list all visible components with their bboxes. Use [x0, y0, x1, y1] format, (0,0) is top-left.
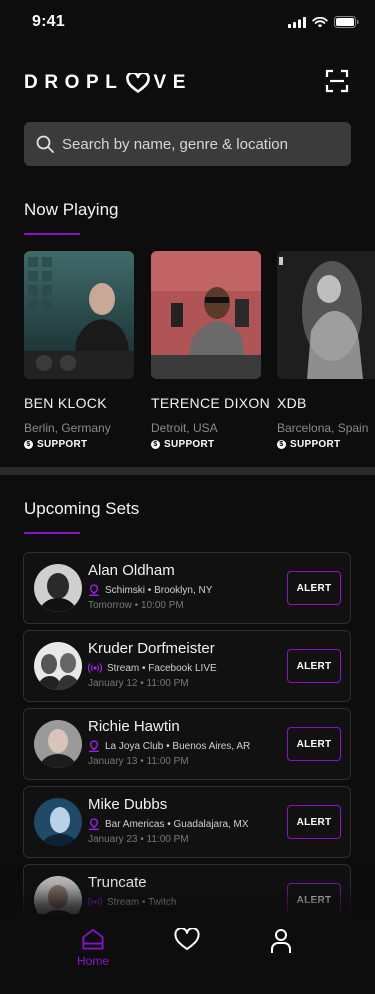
- search-input[interactable]: [62, 135, 332, 153]
- bottom-tab-bar: Home: [0, 914, 375, 994]
- artist-name: TERENCE DIXON: [151, 395, 271, 411]
- user-icon: [271, 929, 291, 953]
- status-icons: [288, 16, 359, 28]
- artist-photo: [24, 251, 134, 379]
- artist-location: Berlin, Germany: [24, 421, 111, 435]
- battery-icon: [334, 16, 359, 28]
- support-label: SUPPORT: [37, 439, 88, 450]
- avatar: [34, 564, 82, 612]
- heart-logo-icon: [125, 73, 150, 93]
- alert-button[interactable]: ALERT: [287, 805, 341, 839]
- dollar-icon: $: [151, 440, 160, 449]
- artist-photo: [277, 251, 375, 379]
- set-artist-name: Mike Dubbs: [88, 796, 168, 813]
- location-pin-icon: [89, 818, 99, 830]
- set-date: Tomorrow • 10:00 PM: [88, 600, 184, 611]
- tab-home-label: Home: [76, 954, 109, 968]
- dollar-icon: $: [24, 440, 33, 449]
- stream-icon: [88, 663, 102, 673]
- search-icon: [36, 135, 54, 153]
- heart-icon: [174, 928, 200, 950]
- artist-photo: [151, 251, 261, 379]
- logo-text-left: DROPL: [24, 72, 124, 93]
- artist-name: BEN KLOCK: [24, 395, 107, 411]
- set-date: January 23 • 11:00 PM: [88, 834, 189, 845]
- set-venue-text: Bar Americas • Guadalajara, MX: [105, 818, 249, 830]
- avatar: [34, 642, 82, 690]
- artist-location: Detroit, USA: [151, 421, 218, 435]
- location-pin-icon: [89, 740, 99, 752]
- section-divider: [0, 467, 375, 475]
- set-artist-name: Alan Oldham: [88, 562, 175, 579]
- wifi-icon: [312, 16, 328, 27]
- search-bar[interactable]: [24, 122, 351, 166]
- set-date: January 13 • 11:00 PM: [88, 756, 189, 767]
- status-bar: 9:41: [0, 0, 375, 44]
- artist-name: XDB: [277, 395, 307, 411]
- status-time: 9:41: [32, 13, 65, 30]
- scan-icon[interactable]: [325, 69, 349, 93]
- set-venue-text: La Joya Club • Buenos Aires, AR: [105, 740, 251, 752]
- set-artist-name: Truncate: [88, 874, 147, 891]
- upcoming-sets-underline: [24, 532, 80, 534]
- artist-location: Barcelona, Spain: [277, 421, 369, 435]
- set-venue: Stream • Twitch: [88, 896, 176, 908]
- set-venue-text: Schimski • Brooklyn, NY: [105, 584, 213, 596]
- tab-home[interactable]: Home: [73, 928, 113, 968]
- stream-icon: [88, 897, 102, 907]
- set-card[interactable]: Richie Hawtin La Joya Club • Buenos Aire…: [23, 708, 351, 780]
- set-venue: Schimski • Brooklyn, NY: [88, 584, 212, 596]
- support-label: SUPPORT: [290, 439, 341, 450]
- artist-card[interactable]: XDB Barcelona, Spain $ SUPPORT: [277, 251, 375, 450]
- alert-button[interactable]: ALERT: [287, 727, 341, 761]
- alert-button[interactable]: ALERT: [287, 649, 341, 683]
- artist-card[interactable]: BEN KLOCK Berlin, Germany $ SUPPORT: [24, 251, 134, 450]
- app-header: DROPL VE: [24, 64, 351, 100]
- tab-profile[interactable]: [261, 928, 301, 968]
- avatar: [34, 798, 82, 846]
- support-link[interactable]: $ SUPPORT: [277, 439, 375, 450]
- artist-card[interactable]: TERENCE DIXON Detroit, USA $ SUPPORT: [151, 251, 271, 450]
- set-card[interactable]: Alan Oldham Schimski • Brooklyn, NY Tomo…: [23, 552, 351, 624]
- set-venue: Bar Americas • Guadalajara, MX: [88, 818, 249, 830]
- home-icon: [82, 928, 104, 950]
- set-venue: La Joya Club • Buenos Aires, AR: [88, 740, 250, 752]
- cellular-signal-icon: [288, 16, 306, 28]
- alert-button[interactable]: ALERT: [287, 883, 341, 917]
- support-link[interactable]: $ SUPPORT: [151, 439, 261, 450]
- now-playing-title: Now Playing: [24, 200, 119, 219]
- set-venue-text: Stream • Twitch: [107, 896, 177, 908]
- location-pin-icon: [89, 584, 99, 596]
- set-date: January 12 • 11:00 PM: [88, 678, 189, 689]
- dollar-icon: $: [277, 440, 286, 449]
- droplove-logo[interactable]: DROPL VE: [24, 72, 192, 94]
- support-link[interactable]: $ SUPPORT: [24, 439, 134, 450]
- logo-text-right: VE: [153, 72, 193, 93]
- set-venue-text: Stream • Facebook LIVE: [107, 662, 217, 674]
- set-card[interactable]: Kruder Dorfmeister Stream • Facebook LIV…: [23, 630, 351, 702]
- set-venue: Stream • Facebook LIVE: [88, 662, 217, 674]
- set-card[interactable]: Mike Dubbs Bar Americas • Guadalajara, M…: [23, 786, 351, 858]
- now-playing-underline: [24, 233, 80, 235]
- tab-favorites[interactable]: [167, 928, 207, 968]
- upcoming-sets-title: Upcoming Sets: [24, 499, 140, 518]
- avatar: [34, 720, 82, 768]
- set-artist-name: Richie Hawtin: [88, 718, 180, 735]
- now-playing-carousel[interactable]: BEN KLOCK Berlin, Germany $ SUPPORT TERE…: [24, 251, 375, 451]
- set-artist-name: Kruder Dorfmeister: [88, 640, 215, 657]
- alert-button[interactable]: ALERT: [287, 571, 341, 605]
- support-label: SUPPORT: [164, 439, 215, 450]
